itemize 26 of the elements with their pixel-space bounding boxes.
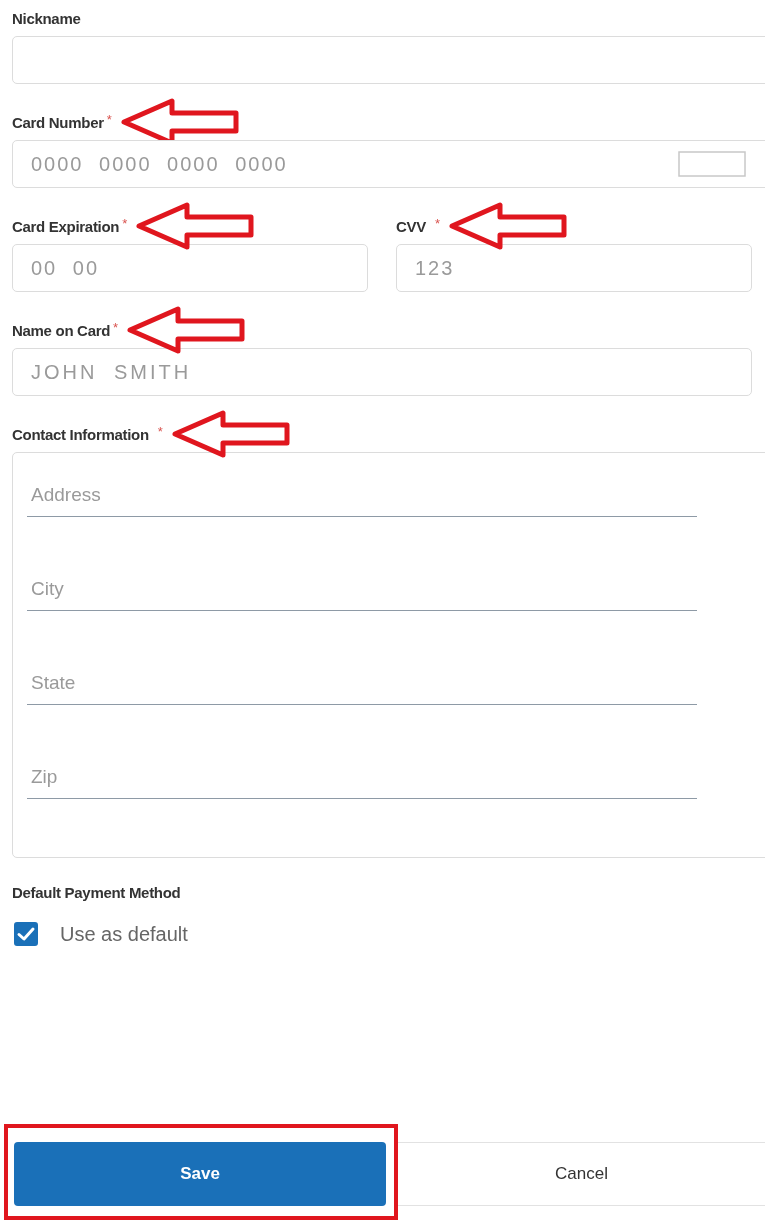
name-on-card-field[interactable]: JOHN SMITH — [12, 348, 752, 396]
required-mark: * — [122, 216, 128, 231]
expiration-field[interactable]: 00 00 — [12, 244, 368, 292]
save-button[interactable]: Save — [14, 1142, 386, 1206]
card-icon — [678, 151, 746, 177]
required-mark: * — [434, 216, 440, 231]
field-label: CVV — [396, 217, 426, 235]
cvv-field[interactable]: 123 — [396, 244, 752, 292]
required-mark: * — [113, 320, 119, 335]
field-label: Name on Card — [12, 321, 111, 339]
field-label: Nickname — [12, 9, 81, 27]
nickname-field[interactable] — [12, 36, 765, 84]
field-label: Contact Information — [12, 425, 149, 443]
field-label: Card Number — [12, 113, 104, 131]
address-line-field[interactable]: Zip — [27, 755, 697, 799]
checkbox[interactable] — [14, 922, 38, 946]
address-line-field[interactable]: Address — [27, 473, 697, 517]
section-label: Default Payment Method — [12, 883, 182, 903]
required-mark: * — [106, 112, 112, 127]
required-mark: * — [157, 424, 163, 439]
field-label: Card Expiration — [12, 217, 120, 235]
checkbox-label: Use as default — [60, 922, 188, 946]
address-line-field[interactable]: City — [27, 567, 697, 611]
card-number-field[interactable]: 0000 0000 0000 0000 — [12, 140, 765, 188]
cancel-button[interactable]: Cancel — [398, 1142, 765, 1206]
address-line-field[interactable]: State — [27, 661, 697, 705]
